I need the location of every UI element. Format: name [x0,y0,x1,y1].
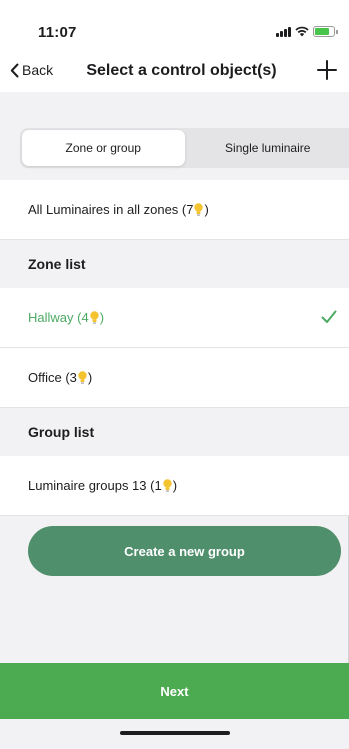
list-item-label: Hallway (4 [28,310,89,325]
lightbulb-icon [194,202,204,216]
list-item-label: Luminaire groups 13 (1 [28,478,162,493]
lightbulb-icon [163,478,172,492]
home-indicator[interactable] [120,731,230,735]
checkmark-icon [321,310,337,323]
segment-zone-or-group[interactable]: Zone or group [22,130,185,166]
list-item-all-luminaires[interactable]: All Luminaires in all zones (7 ) [0,180,349,240]
list-item-suffix: ) [87,370,93,385]
status-bar: 11:07 [0,0,349,56]
list-item-hallway[interactable]: Hallway (4 ) [0,288,349,348]
navigation-bar: Back Select a control object(s) [0,56,349,92]
list-item-label: All Luminaires in all zones (7 [28,202,194,217]
home-indicator-area [0,719,349,749]
segmented-control: Zone or group Single luminaire [20,128,349,168]
battery-level [315,28,330,35]
zone-list-header: Zone list [0,240,349,288]
cellular-signal-icon [276,26,291,37]
list-item-office[interactable]: Office (3 ) [0,348,349,408]
list-item-luminaire-groups-13[interactable]: Luminaire groups 13 (1 ) [0,456,349,516]
plus-icon[interactable] [315,58,339,82]
status-icons [276,26,338,37]
segment-area: Zone or group Single luminaire [0,92,349,180]
next-button[interactable]: Next [0,663,349,719]
create-new-group-button[interactable]: Create a new group [28,526,341,576]
control-object-list: All Luminaires in all zones (7 ) Zone li… [0,180,349,516]
list-item-suffix: ) [172,478,178,493]
group-list-header: Group list [0,408,349,456]
list-item-label: Office (3 [28,370,77,385]
status-time: 11:07 [38,24,77,41]
lightbulb-icon [89,310,99,324]
battery-icon [313,26,338,37]
page-title: Select a control object(s) [86,62,277,79]
list-item-suffix: ) [204,202,209,217]
segment-single-luminaire[interactable]: Single luminaire [187,128,349,168]
lightbulb-icon [78,370,87,384]
list-item-suffix: ) [99,310,105,325]
phone-screen: 11:07 Back Select a control object(s) Zo… [0,0,349,749]
wifi-icon [295,26,309,37]
